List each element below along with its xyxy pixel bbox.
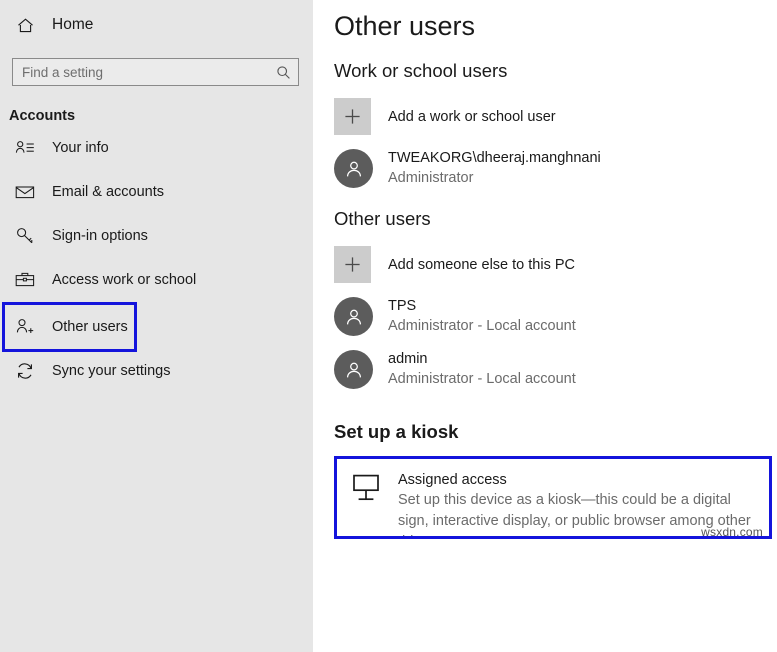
user-role: Administrator — [388, 170, 474, 186]
person-card-icon — [14, 137, 36, 159]
avatar-person-icon — [334, 297, 373, 336]
user-text: TPS Administrator - Local account — [388, 297, 576, 336]
sidebar-home-label: Home — [52, 16, 94, 33]
sidebar-item-label: Access work or school — [52, 272, 197, 288]
add-work-school-user-button[interactable]: Add a work or school user — [334, 98, 777, 135]
sidebar: Home Accounts — [0, 0, 313, 652]
add-someone-else-button[interactable]: Add someone else to this PC — [334, 246, 777, 283]
add-someone-else-label: Add someone else to this PC — [388, 256, 575, 273]
search-box[interactable] — [12, 58, 299, 86]
sidebar-item-access-work-or-school[interactable]: Access work or school — [0, 262, 313, 298]
sidebar-item-label: Email & accounts — [52, 184, 165, 200]
work-school-heading: Work or school users — [334, 60, 508, 81]
main-content: Other users Work or school users Add a w… — [313, 0, 777, 652]
person-add-icon — [14, 316, 36, 338]
envelope-icon — [14, 181, 36, 203]
user-text: TWEAKORG\dheeraj.manghnani Administrator — [388, 149, 601, 188]
user-role: Administrator - Local account — [388, 371, 576, 387]
avatar-person-icon — [334, 149, 373, 188]
user-row-tps[interactable]: TPS Administrator - Local account — [334, 297, 777, 336]
add-work-school-user-label: Add a work or school user — [388, 108, 556, 125]
sync-icon — [14, 360, 36, 382]
sidebar-item-email-accounts[interactable]: Email & accounts — [0, 174, 313, 210]
sidebar-nav-list: Your info Email & accounts Sign-in optio… — [0, 130, 313, 389]
monitor-icon — [350, 472, 384, 506]
plus-icon — [334, 246, 371, 283]
assigned-access-card[interactable]: Assigned access Set up this device as a … — [334, 456, 772, 539]
assigned-access-title: Assigned access — [398, 472, 507, 488]
other-users-heading: Other users — [334, 208, 431, 229]
user-name: admin — [388, 351, 428, 367]
user-text: admin Administrator - Local account — [388, 350, 576, 389]
user-row-work-school[interactable]: TWEAKORG\dheeraj.manghnani Administrator — [334, 149, 777, 188]
key-icon — [14, 225, 36, 247]
user-row-admin[interactable]: admin Administrator - Local account — [334, 350, 777, 389]
user-name: TPS — [388, 298, 417, 314]
user-name: TWEAKORG\dheeraj.manghnani — [388, 150, 601, 166]
sidebar-item-label: Your info — [52, 140, 109, 156]
sidebar-item-label: Sync your settings — [52, 363, 171, 379]
sidebar-item-your-info[interactable]: Your info — [0, 130, 313, 166]
sidebar-item-home[interactable]: Home — [0, 4, 313, 46]
sidebar-item-label: Sign-in options — [52, 228, 148, 244]
sidebar-section-title: Accounts — [9, 108, 76, 124]
avatar-person-icon — [334, 350, 373, 389]
sidebar-item-label: Other users — [52, 319, 128, 335]
search-input[interactable] — [22, 60, 275, 84]
settings-window: Home Accounts — [0, 0, 777, 652]
search-icon[interactable] — [275, 64, 291, 80]
sidebar-item-other-users[interactable]: Other users — [2, 302, 137, 352]
briefcase-icon — [14, 269, 36, 291]
home-icon — [14, 14, 36, 36]
kiosk-heading: Set up a kiosk — [334, 421, 459, 442]
sidebar-item-sign-in-options[interactable]: Sign-in options — [0, 218, 313, 254]
user-role: Administrator - Local account — [388, 318, 576, 334]
sidebar-item-sync-your-settings[interactable]: Sync your settings — [0, 353, 313, 389]
plus-icon — [334, 98, 371, 135]
page-title: Other users — [334, 11, 476, 41]
watermark: wsxdn.com — [701, 525, 763, 539]
